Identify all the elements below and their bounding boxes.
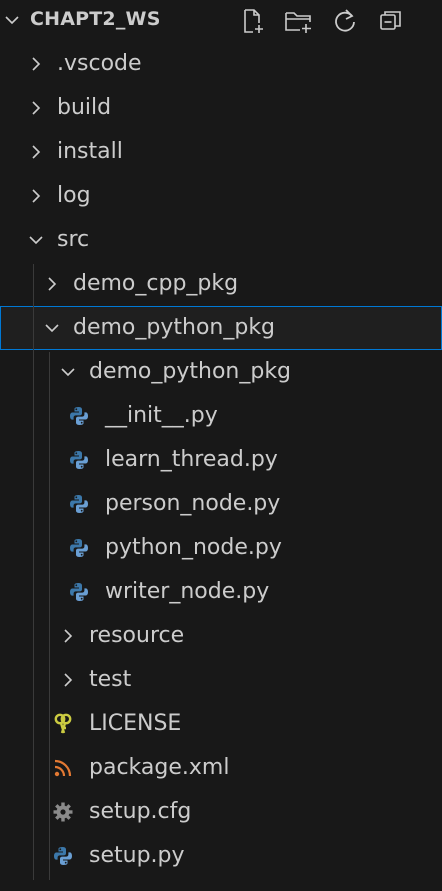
tree-item-writer-node-py[interactable]: writer_node.py [0,570,442,614]
tree-item-demo-cpp-pkg[interactable]: demo_cpp_pkg [0,262,442,306]
refresh-icon[interactable] [330,6,360,36]
new-folder-icon[interactable] [284,6,314,36]
chevron-right-icon[interactable] [42,274,62,294]
tree-item-setup-py[interactable]: setup.py [0,834,442,878]
tree-item-label: python_node.py [105,535,282,560]
tree-item-label: person_node.py [105,491,281,516]
tree-item-vscode[interactable]: .vscode [0,42,442,86]
file-tree: .vscode build install log src demo_cpp_pkgdem… [0,42,442,878]
tree-item-label: LICENSE [89,711,182,736]
chevron-right-icon[interactable] [26,142,46,162]
chevron-right-icon[interactable] [26,98,46,118]
tree-item-install[interactable]: install [0,130,442,174]
tree-item-build[interactable]: build [0,86,442,130]
chevron-down-icon[interactable] [2,10,22,30]
xml-file-icon [52,757,74,779]
tree-item-label: install [57,139,123,164]
tree-item-label: writer_node.py [105,579,270,604]
chevron-right-icon[interactable] [58,626,78,646]
chevron-down-icon[interactable] [26,230,46,250]
tree-item-label: demo_python_pkg [73,315,276,340]
tree-item-label: resource [89,623,185,648]
chevron-down-icon[interactable] [58,362,78,382]
tree-item-label: __init__.py [105,403,218,428]
tree-item-label: demo_python_pkg [89,359,292,384]
tree-item-label: package.xml [89,755,230,780]
license-file-icon [52,713,74,735]
explorer-actions [238,6,406,36]
tree-item-demo-python-pkg[interactable]: demo_python_pkg [0,306,442,350]
tree-item-demo-python-pkg-inner[interactable]: demo_python_pkg [0,350,442,394]
chevron-right-icon[interactable] [58,670,78,690]
tree-item-resource[interactable]: resource [0,614,442,658]
tree-item-src[interactable]: src [0,218,442,262]
tree-item-label: log [57,183,91,208]
tree-item-test[interactable]: test [0,658,442,702]
tree-item-label: src [57,227,90,252]
tree-item-label: .vscode [57,51,142,76]
tree-item-label: build [57,95,112,120]
new-file-icon[interactable] [238,6,268,36]
tree-item-label: test [89,667,132,692]
explorer-header[interactable]: CHAPT2_WS [0,0,442,42]
python-file-icon [68,581,90,603]
tree-item-learn-thread-py[interactable]: learn_thread.py [0,438,442,482]
chevron-right-icon[interactable] [26,186,46,206]
tree-item-init-py[interactable]: __init__.py [0,394,442,438]
tree-item-label: setup.py [89,843,185,868]
tree-item-person-node-py[interactable]: person_node.py [0,482,442,526]
collapse-all-icon[interactable] [376,6,406,36]
chevron-down-icon[interactable] [42,318,62,338]
tree-item-setup-cfg[interactable]: setup.cfg [0,790,442,834]
python-file-icon [68,405,90,427]
python-file-icon [68,449,90,471]
workspace-title: CHAPT2_WS [30,8,161,30]
python-file-icon [52,845,74,867]
file-explorer: CHAPT2_WS .vscode build install log src … [0,0,442,891]
tree-item-label: learn_thread.py [105,447,278,472]
python-file-icon [68,537,90,559]
python-file-icon [68,493,90,515]
indent-guide [33,264,34,880]
tree-item-log[interactable]: log [0,174,442,218]
indent-guide [49,352,50,880]
tree-item-label: setup.cfg [89,799,192,824]
tree-item-package-xml[interactable]: package.xml [0,746,442,790]
config-file-icon [52,801,74,823]
tree-item-license[interactable]: LICENSE [0,702,442,746]
chevron-right-icon[interactable] [26,54,46,74]
tree-item-python-node-py[interactable]: python_node.py [0,526,442,570]
tree-item-label: demo_cpp_pkg [73,271,239,296]
